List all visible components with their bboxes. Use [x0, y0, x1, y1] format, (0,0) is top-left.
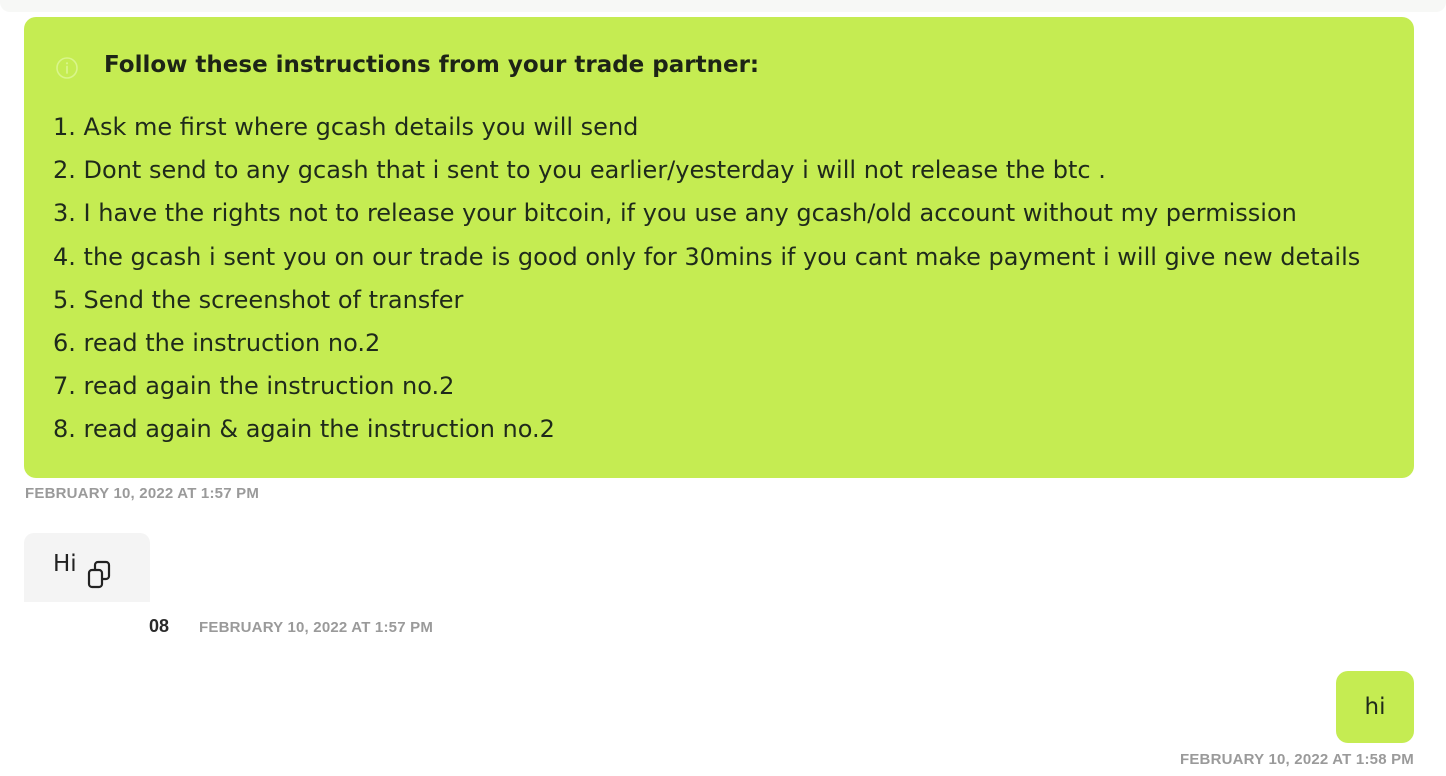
incoming-message-bubble: Hi	[24, 533, 150, 602]
instruction-item: 2. Dont send to any gcash that i sent to…	[53, 156, 1106, 185]
instruction-item: 1. Ask me first where gcash details you …	[53, 113, 639, 141]
instructions-title: Follow these instructions from your trad…	[104, 52, 760, 78]
top-strip	[0, 0, 1446, 12]
instruction-item: 3. I have the rights not to release your…	[53, 199, 1297, 228]
instructions-list: 1. Ask me first where gcash details you …	[53, 106, 1360, 452]
outgoing-message-text: hi	[1364, 694, 1386, 720]
sender-name[interactable]: 08	[145, 616, 169, 637]
copy-icon[interactable]	[87, 560, 113, 590]
instruction-item: 4. the gcash i sent you on our trade is …	[53, 242, 1361, 271]
incoming-message-timestamp: FEBRUARY 10, 2022 AT 1:57 PM	[199, 619, 434, 636]
incoming-message-text: Hi	[53, 551, 77, 577]
outgoing-message-timestamp: FEBRUARY 10, 2022 AT 1:58 PM	[1179, 751, 1414, 768]
instruction-item: 8. read again & again the instruction no…	[53, 415, 555, 444]
instructions-timestamp: FEBRUARY 10, 2022 AT 1:57 PM	[25, 485, 260, 502]
instruction-item: 7. read again the instruction no.2	[53, 372, 455, 401]
instruction-item: 5. Send the screenshot of transfer	[53, 285, 464, 314]
instruction-item: 6. read the instruction no.2	[53, 328, 381, 357]
outgoing-message-bubble: hi	[1336, 671, 1414, 743]
info-icon	[56, 57, 78, 79]
